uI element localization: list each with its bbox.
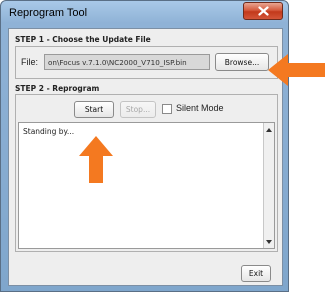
reprogram-tool-window: Reprogram Tool STEP 1 - Choose the Updat… xyxy=(0,0,289,292)
file-label: File: xyxy=(21,57,39,67)
silent-mode-checkbox[interactable] xyxy=(162,104,172,114)
scroll-up-button[interactable] xyxy=(264,124,274,135)
step2-heading: STEP 2 - Reprogram xyxy=(15,84,100,93)
step2-group: Start Stop... Silent Mode Standing by... xyxy=(15,94,278,252)
scroll-down-button[interactable] xyxy=(264,236,274,247)
scroll-down-icon xyxy=(266,239,272,244)
file-path-field[interactable]: on\Focus v.7.1.0\NC2000_V710_ISP.bin xyxy=(44,54,210,70)
window-client-area: STEP 1 - Choose the Update File File: on… xyxy=(8,28,283,286)
browse-button[interactable]: Browse... xyxy=(215,53,269,71)
close-button[interactable] xyxy=(243,2,283,20)
start-button[interactable]: Start xyxy=(74,101,114,118)
log-text: Standing by... xyxy=(23,127,75,136)
close-icon xyxy=(257,6,269,16)
log-scrollbar[interactable] xyxy=(263,123,274,248)
log-output-area[interactable]: Standing by... xyxy=(18,122,275,249)
arrow-right-annotation xyxy=(268,54,325,86)
stop-button[interactable]: Stop... xyxy=(120,101,156,118)
arrow-up-annotation xyxy=(79,136,113,183)
scroll-up-icon xyxy=(266,127,272,132)
silent-mode-label: Silent Mode xyxy=(176,103,224,113)
exit-button[interactable]: Exit xyxy=(241,265,271,282)
window-title: Reprogram Tool xyxy=(9,7,88,19)
title-bar: Reprogram Tool xyxy=(1,1,288,28)
step1-heading: STEP 1 - Choose the Update File xyxy=(15,35,151,44)
step1-group: File: on\Focus v.7.1.0\NC2000_V710_ISP.b… xyxy=(15,46,278,79)
